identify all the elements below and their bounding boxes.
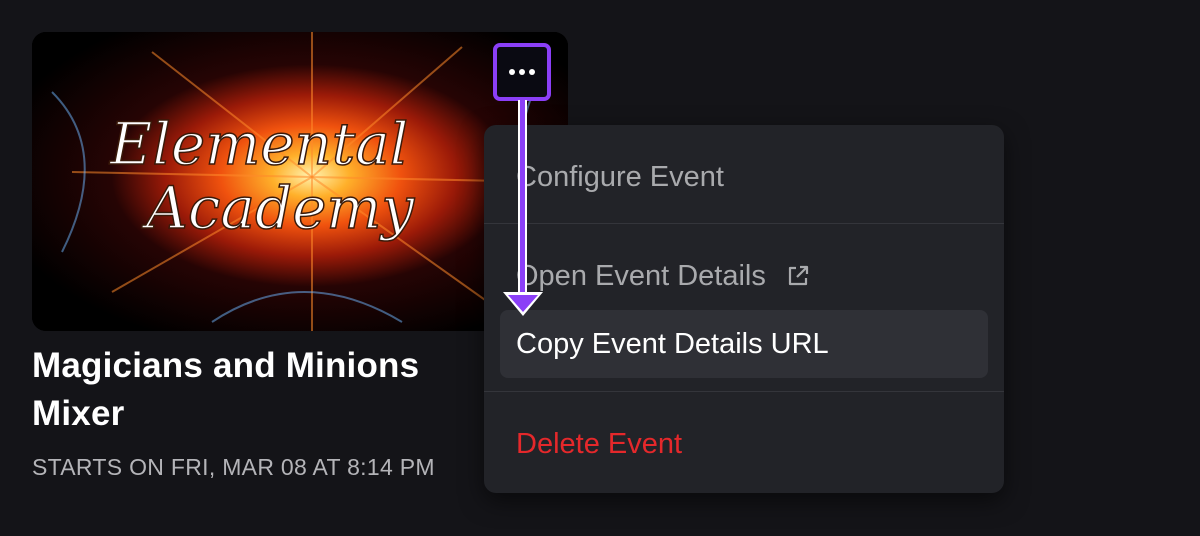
cover-title-line1: Elemental [109,110,408,178]
event-start-time: STARTS ON FRI, MAR 08 AT 8:14 PM [32,454,435,480]
menu-item-label: Copy Event Details URL [516,327,829,360]
app-stage: Elemental Academy Magicians and Minions … [0,0,1200,536]
menu-item-label: Delete Event [516,427,683,460]
menu-item-open-event-details[interactable]: Open Event Details [500,242,988,310]
menu-item-configure-event[interactable]: Configure Event [500,143,988,211]
menu-divider [484,223,1004,224]
cover-title-line2: Academy [141,174,415,242]
more-options-button[interactable] [493,43,551,101]
event-title[interactable]: Magicians and Minions Mixer [32,342,492,438]
external-link-icon [788,265,808,286]
menu-divider [484,391,1004,392]
menu-item-delete-event[interactable]: Delete Event [500,410,988,478]
menu-item-copy-event-details-url[interactable]: Copy Event Details URL [500,310,988,378]
event-options-menu: Configure Event Open Event Details Copy … [484,125,1004,493]
menu-item-label: Configure Event [516,160,724,193]
more-horizontal-icon [509,69,535,75]
menu-item-label: Open Event Details [516,259,766,292]
